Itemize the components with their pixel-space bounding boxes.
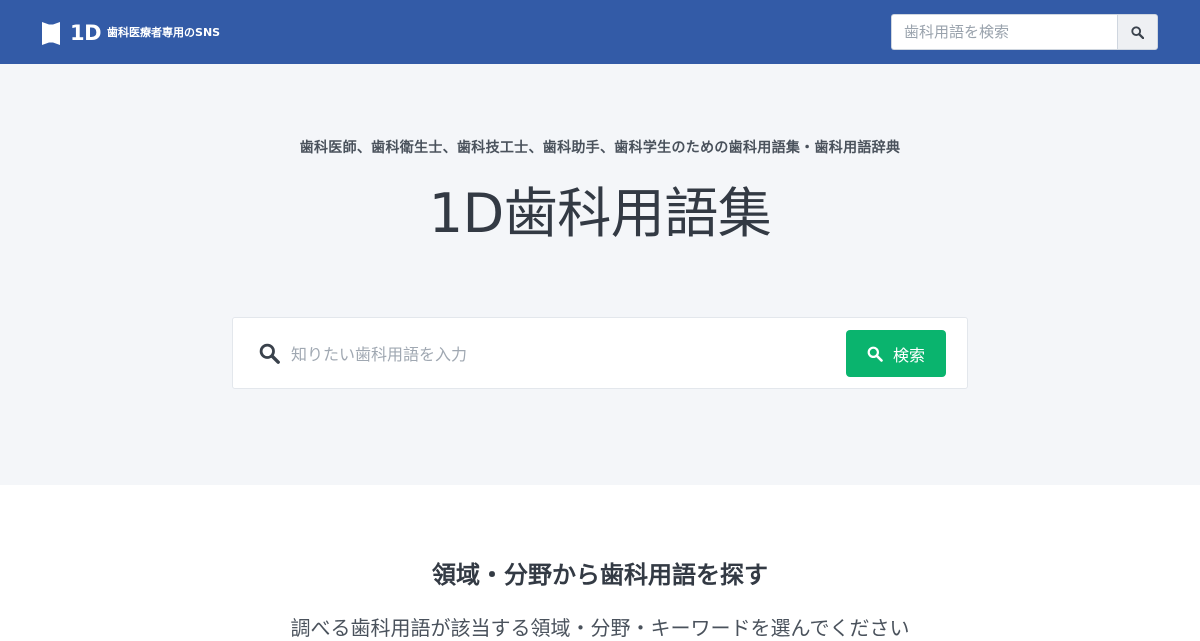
logo-wordmark: 1D bbox=[70, 21, 102, 45]
bookmark-flag-icon bbox=[42, 21, 60, 45]
search-icon bbox=[867, 346, 883, 362]
hero-subtitle: 歯科医師、歯科衛生士、歯科技工士、歯科助手、歯科学生のための歯科用語集・歯科用語… bbox=[299, 140, 901, 156]
search-icon bbox=[259, 343, 280, 364]
section-description: 調べる歯科用語が該当する領域・分野・キーワードを選んでください bbox=[290, 616, 910, 640]
top-header: 1D 歯科医療者専用のSNS bbox=[0, 0, 1200, 64]
main-search-input[interactable] bbox=[291, 336, 831, 372]
header-search-input[interactable] bbox=[891, 14, 1117, 50]
section-title: 領域・分野から歯科用語を探す bbox=[432, 561, 768, 589]
main-search: 検索 bbox=[232, 317, 968, 389]
search-icon bbox=[1131, 25, 1144, 39]
site-logo[interactable]: 1D 歯科医療者専用のSNS bbox=[42, 20, 220, 46]
page-title: 1D歯科用語集 bbox=[428, 182, 772, 245]
header-search bbox=[891, 14, 1158, 50]
main-search-button-label: 検索 bbox=[892, 347, 925, 365]
header-search-button[interactable] bbox=[1117, 14, 1158, 50]
hero-section: 歯科医師、歯科衛生士、歯科技工士、歯科助手、歯科学生のための歯科用語集・歯科用語… bbox=[0, 64, 1200, 485]
main-search-button[interactable]: 検索 bbox=[846, 330, 946, 377]
logo-tagline: 歯科医療者専用のSNS bbox=[107, 26, 221, 39]
